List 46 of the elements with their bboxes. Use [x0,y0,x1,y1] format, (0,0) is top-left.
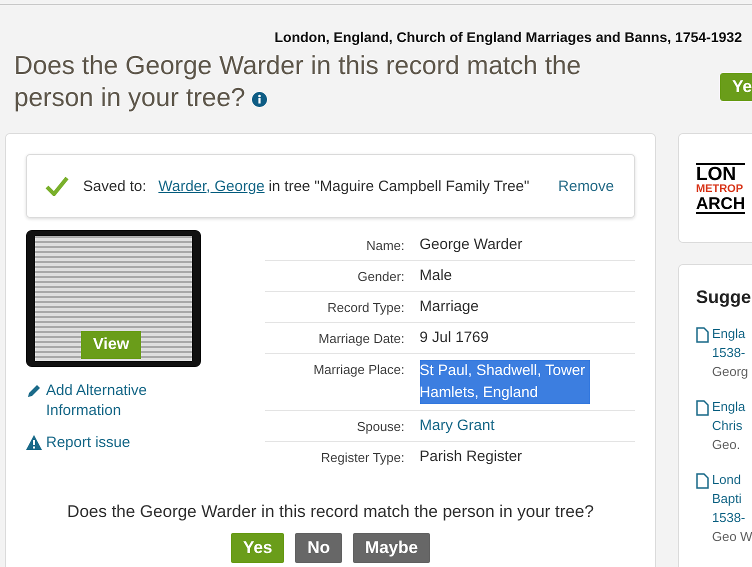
selected-field-value: St Paul, Shadwell, Tower Hamlets, England [420,360,590,404]
info-icon [252,92,268,107]
suggestion-link[interactable]: Engla [712,397,746,416]
suggestion-link[interactable]: 1538- [712,508,752,527]
field-label: Name: [264,230,420,260]
collection-title: London, England, Church of England Marriages and Banns, 1754-1932 [273,29,742,45]
field-label: Gender: [264,260,420,292]
yes-button[interactable]: Ye [720,73,752,101]
suggestion-link[interactable]: Bapti [712,489,752,508]
checkmark-icon [45,176,69,196]
field-value: Parish Register [420,448,522,465]
yes-button[interactable]: Yes [231,533,284,563]
field-value: George Warder [420,236,522,253]
pencil-icon [26,383,42,399]
field-label: Spouse: [264,410,420,442]
saved-label: Saved to: [83,178,146,194]
add-alternative-link[interactable]: Add Alternative Information [46,381,186,421]
suggestion-detail: Geo W [712,528,752,546]
suggestions-heading: Sugge [696,287,752,308]
match-question: Does the George Warder in this record match the person in your tree? [66,502,595,522]
report-issue-link[interactable]: Report issue [46,433,130,453]
warning-icon [26,435,42,450]
archive-logo: LON METROP ARCH [696,162,746,214]
tree-name: in tree "Maguire Campbell Family Tree" [268,178,530,194]
remove-link[interactable]: Remove [558,178,614,194]
person-link[interactable]: Warder, George [158,178,265,194]
suggestion-link[interactable]: 1538- [712,343,748,362]
field-label: Register Type: [264,442,420,472]
suggestion-detail: Georg [712,363,748,381]
document-icon [696,473,709,489]
no-button[interactable]: No [295,533,342,563]
suggestion-link[interactable]: Chris [712,416,746,435]
document-icon [696,327,709,343]
field-value: Marriage [420,298,479,315]
field-value: 9 Jul 1769 [420,329,489,346]
field-label: Record Type: [264,292,420,322]
spouse-link[interactable]: Mary Grant [420,417,495,434]
suggestion-link[interactable]: Lond [712,470,752,489]
page-heading: Does the George Warder in this record match the person in your tree? [14,49,582,113]
suggestion-detail: Geo. [712,436,742,454]
field-label: Marriage Date: [264,322,420,354]
maybe-button[interactable]: Maybe [353,533,430,563]
suggestion-link[interactable]: Engla [712,324,748,343]
field-value: Male [420,267,452,284]
view-button[interactable]: View [81,331,142,359]
document-icon [696,400,709,416]
